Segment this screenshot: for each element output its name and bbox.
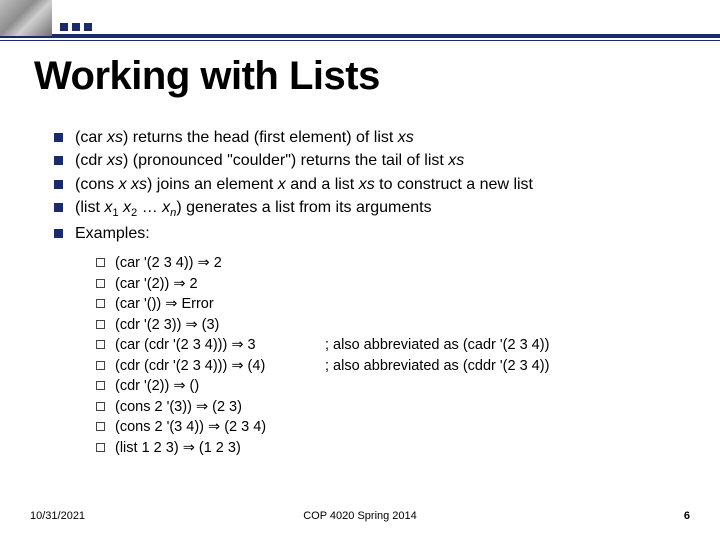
header-accent-square <box>72 23 80 31</box>
example-item: (list 1 2 3) ⇒ (1 2 3) <box>96 439 676 458</box>
main-bullet-text: (list x1 x2 … xn) generates a list from … <box>75 198 684 221</box>
example-item: (cdr '(2)) ⇒ () <box>96 377 676 396</box>
main-bullet-item: Examples: <box>54 224 684 244</box>
example-item: (cons 2 '(3 4)) ⇒ (2 3 4) <box>96 418 676 437</box>
example-item: (car (cdr '(2 3 4))) ⇒ 3; also abbreviat… <box>96 336 676 355</box>
hollow-square-bullet-icon <box>96 381 105 390</box>
main-bullet-item: (car xs) returns the head (first element… <box>54 128 684 148</box>
filled-square-bullet-icon <box>54 133 63 142</box>
header-accent-square <box>84 23 92 31</box>
example-expression: (cdr (cdr '(2 3 4))) ⇒ (4) <box>115 357 325 376</box>
main-bullet-item: (list x1 x2 … xn) generates a list from … <box>54 198 684 221</box>
hollow-square-bullet-icon <box>96 402 105 411</box>
example-item: (cdr (cdr '(2 3 4))) ⇒ (4); also abbrevi… <box>96 357 676 376</box>
hollow-square-bullet-icon <box>96 258 105 267</box>
footer-date: 10/31/2021 <box>30 510 85 522</box>
main-bullet-text: (cdr xs) (pronounced "coulder") returns … <box>75 151 684 171</box>
header-decoration <box>0 0 720 42</box>
example-expression: (list 1 2 3) ⇒ (1 2 3) <box>115 439 325 458</box>
slide-title: Working with Lists <box>34 54 380 99</box>
example-expression: (cdr '(2)) ⇒ () <box>115 377 325 396</box>
footer-page-number: 6 <box>684 510 690 522</box>
example-expression: (cons 2 '(3)) ⇒ (2 3) <box>115 398 325 417</box>
filled-square-bullet-icon <box>54 156 63 165</box>
header-accent-square <box>60 23 68 31</box>
footer-course: COP 4020 Spring 2014 <box>303 510 417 522</box>
main-bullet-text: (car xs) returns the head (first element… <box>75 128 684 148</box>
example-item: (car '()) ⇒ Error <box>96 295 676 314</box>
main-bullet-text: Examples: <box>75 224 684 244</box>
example-comment: ; also abbreviated as (cadr '(2 3 4)) <box>325 336 549 355</box>
example-expression: (car '(2 3 4)) ⇒ 2 <box>115 254 325 273</box>
hollow-square-bullet-icon <box>96 279 105 288</box>
header-rule-thick <box>52 34 720 38</box>
filled-square-bullet-icon <box>54 203 63 212</box>
example-item: (cons 2 '(3)) ⇒ (2 3) <box>96 398 676 417</box>
slide-footer: 10/31/2021 COP 4020 Spring 2014 6 <box>30 510 690 522</box>
example-expression: (car '()) ⇒ Error <box>115 295 325 314</box>
main-bullet-item: (cdr xs) (pronounced "coulder") returns … <box>54 151 684 171</box>
main-bullet-text: (cons x xs) joins an element x and a lis… <box>75 175 684 195</box>
hollow-square-bullet-icon <box>96 422 105 431</box>
example-expression: (cdr '(2 3)) ⇒ (3) <box>115 316 325 335</box>
examples-sublist: (car '(2 3 4)) ⇒ 2 (car '(2)) ⇒ 2(car '()… <box>96 254 676 459</box>
example-comment: ; also abbreviated as (cddr '(2 3 4)) <box>325 357 549 376</box>
header-photo-thumbnail <box>0 0 52 38</box>
example-expression: (car '(2)) ⇒ 2 <box>115 275 325 294</box>
example-item: (car '(2)) ⇒ 2 <box>96 275 676 294</box>
hollow-square-bullet-icon <box>96 320 105 329</box>
hollow-square-bullet-icon <box>96 340 105 349</box>
main-bullet-item: (cons x xs) joins an element x and a lis… <box>54 175 684 195</box>
hollow-square-bullet-icon <box>96 299 105 308</box>
hollow-square-bullet-icon <box>96 443 105 452</box>
example-item: (cdr '(2 3)) ⇒ (3) <box>96 316 676 335</box>
filled-square-bullet-icon <box>54 229 63 238</box>
example-item: (car '(2 3 4)) ⇒ 2 <box>96 254 676 273</box>
example-expression: (cons 2 '(3 4)) ⇒ (2 3 4) <box>115 418 325 437</box>
header-rule-thin <box>0 40 720 41</box>
example-expression: (car (cdr '(2 3 4))) ⇒ 3 <box>115 336 325 355</box>
hollow-square-bullet-icon <box>96 361 105 370</box>
filled-square-bullet-icon <box>54 180 63 189</box>
main-bullet-list: (car xs) returns the head (first element… <box>54 128 684 247</box>
